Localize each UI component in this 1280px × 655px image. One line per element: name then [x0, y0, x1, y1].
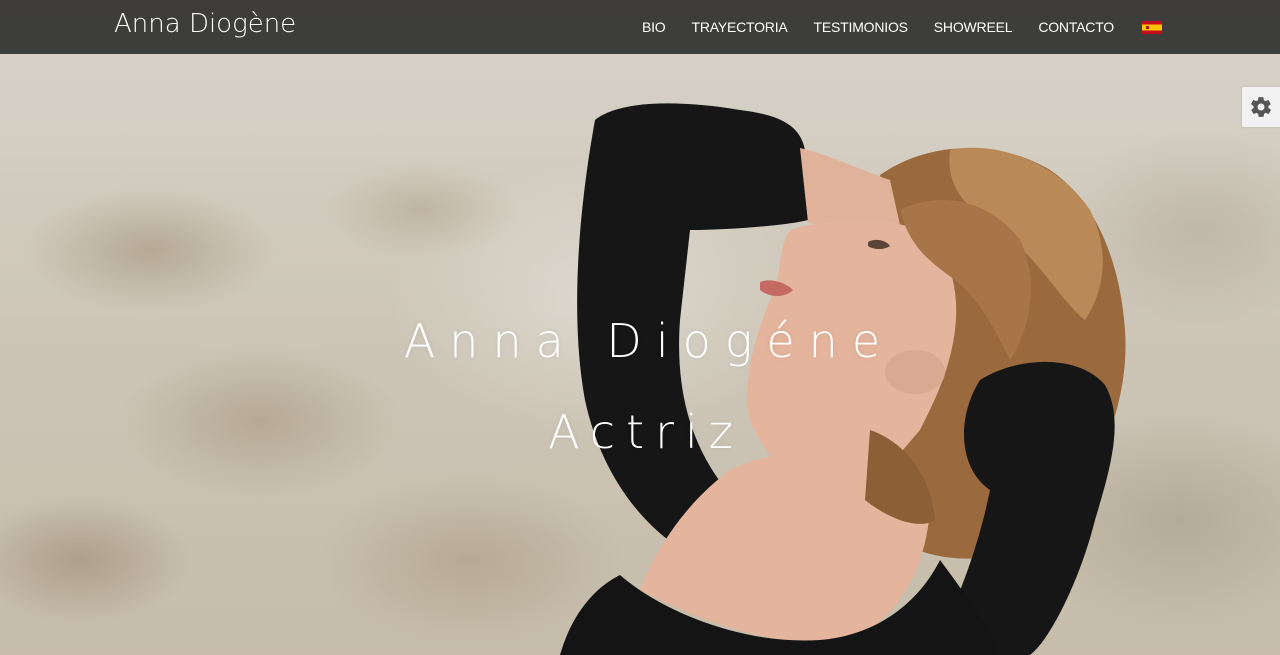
nav-item-testimonios[interactable]: TESTIMONIOS [801, 19, 921, 35]
nav-item-trayectoria[interactable]: TRAYECTORIA [678, 19, 800, 35]
gear-icon [1251, 97, 1271, 117]
spain-flag-icon[interactable] [1142, 20, 1162, 34]
nav-item-contacto[interactable]: CONTACTO [1025, 19, 1127, 35]
hero-role-heading: Actriz [548, 405, 744, 459]
main-nav: BIO TRAYECTORIA TESTIMONIOS SHOWREEL CON… [629, 0, 1162, 54]
page: Anna Diogène BIO TRAYECTORIA TESTIMONIOS… [0, 0, 1280, 655]
settings-toggle-button[interactable] [1242, 87, 1280, 127]
nav-item-showreel[interactable]: SHOWREEL [921, 19, 1026, 35]
hero-name-heading: Anna Diogéne [403, 314, 895, 368]
brand-logo-link[interactable]: Anna Diogène [114, 9, 296, 39]
nav-item-bio[interactable]: BIO [629, 19, 679, 35]
top-navbar: Anna Diogène BIO TRAYECTORIA TESTIMONIOS… [0, 0, 1280, 54]
